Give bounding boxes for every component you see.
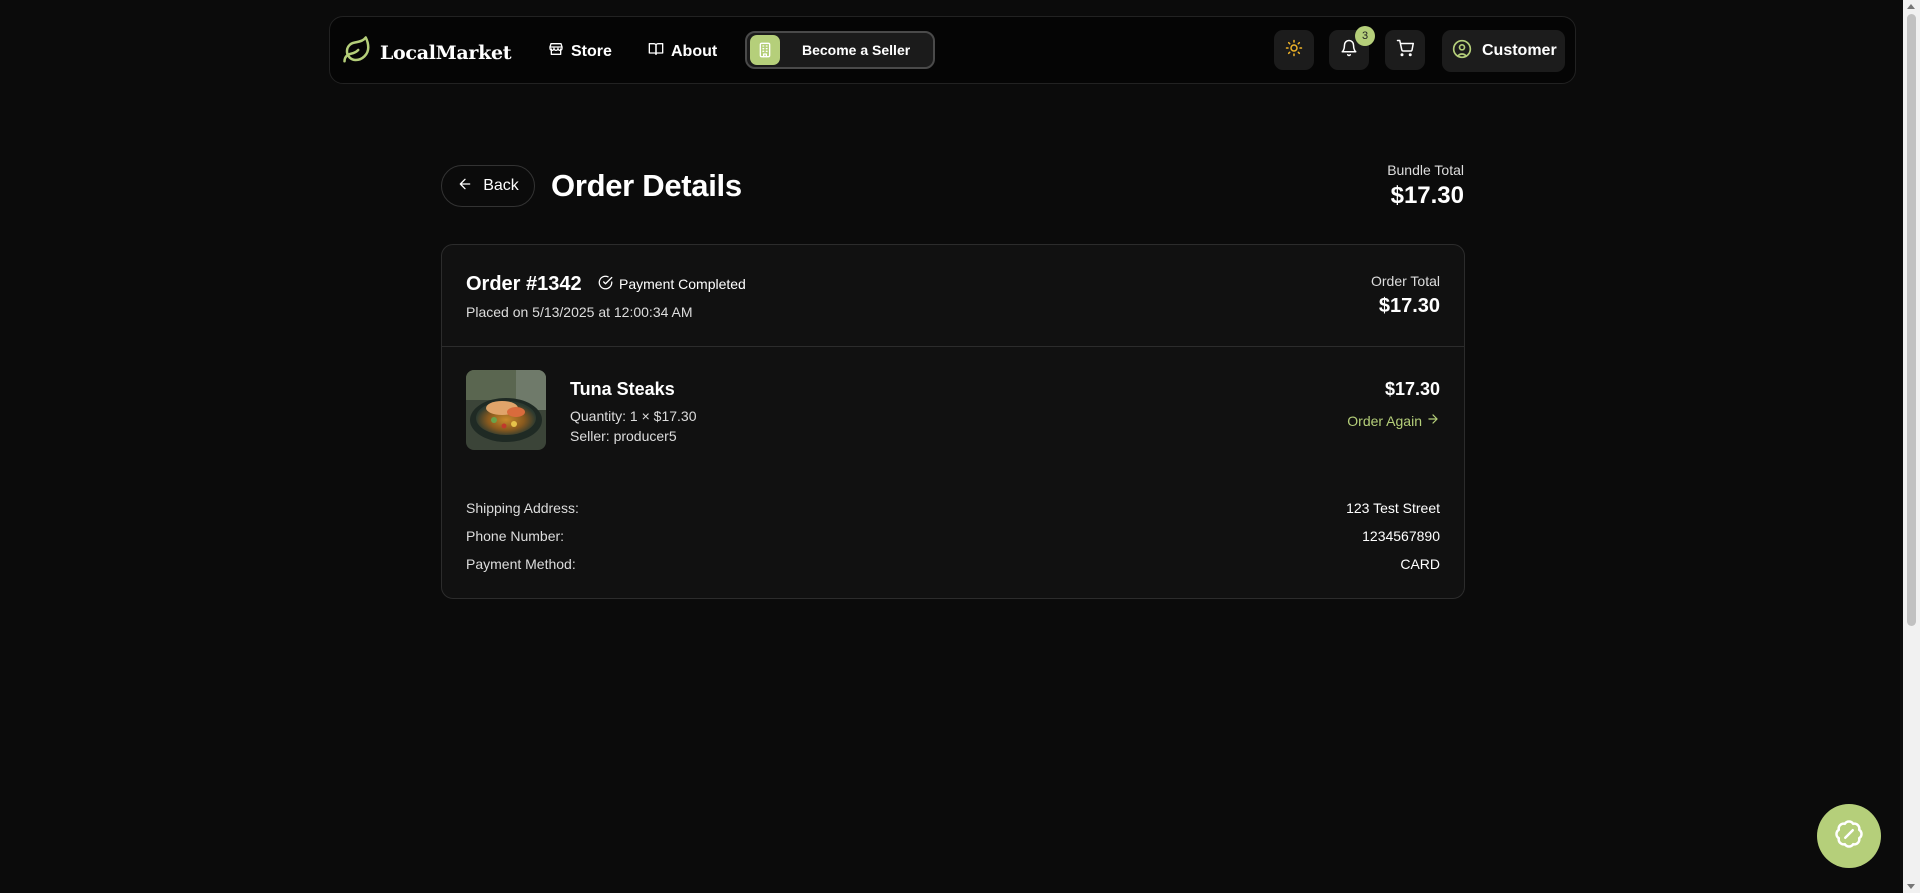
product-thumbnail[interactable] [466, 370, 546, 450]
customer-label: Customer [1482, 42, 1557, 59]
payment-method-label: Payment Method: [466, 556, 576, 572]
order-number: Order #1342 [466, 273, 582, 295]
payment-method-value: CARD [1400, 556, 1440, 572]
arrow-right-icon [1426, 412, 1440, 429]
order-again-link[interactable]: Order Again [1347, 412, 1440, 429]
order-card-header: Order #1342 Payment Completed Placed on … [442, 245, 1464, 347]
scrollbar-thumb[interactable] [1907, 14, 1916, 626]
product-name[interactable]: Tuna Steaks [570, 379, 675, 400]
floating-action-button[interactable] [1817, 804, 1881, 868]
top-navbar: LocalMarket Store About Become a Seller [329, 16, 1576, 84]
bell-icon [1340, 39, 1358, 62]
user-icon [1452, 39, 1472, 64]
badge-icon [1834, 819, 1864, 854]
product-quantity: Quantity: 1 × $17.30 [570, 408, 697, 424]
page-title: Order Details [551, 168, 742, 203]
phone-number-label: Phone Number: [466, 528, 565, 544]
product-price: $17.30 [1384, 379, 1440, 399]
leaf-icon [342, 35, 372, 70]
notifications-button[interactable]: 3 [1329, 26, 1375, 70]
back-label: Back [483, 177, 519, 194]
payment-status-badge: Payment Completed [598, 275, 746, 293]
bundle-total-label: Bundle Total [1387, 162, 1464, 178]
scroll-down-arrow[interactable] [1907, 884, 1915, 889]
notification-count-badge: 3 [1355, 26, 1375, 46]
shipping-address-label: Shipping Address: [466, 500, 579, 516]
store-icon [548, 41, 564, 62]
phone-number-value: 1234567890 [1362, 528, 1440, 544]
back-button[interactable]: Back [441, 165, 535, 207]
book-icon [648, 41, 664, 62]
page-scrollbar[interactable] [1903, 0, 1920, 893]
order-total: Order Total $17.30 [1371, 273, 1440, 318]
nav-about-link[interactable]: About [648, 41, 717, 62]
building-icon [750, 35, 780, 65]
bundle-total: Bundle Total $17.30 [1387, 162, 1464, 210]
sun-icon [1285, 39, 1303, 62]
nav-about-label: About [671, 42, 718, 60]
shipping-address-value: 123 Test Street [1346, 500, 1440, 516]
brand-name: LocalMarket [380, 41, 512, 64]
bundle-total-value: $17.30 [1390, 182, 1464, 209]
order-total-label: Order Total [1371, 273, 1440, 289]
nav-store-label: Store [571, 42, 612, 60]
cart-button[interactable] [1385, 30, 1425, 70]
scroll-up-arrow[interactable] [1907, 4, 1915, 9]
arrow-left-icon [457, 176, 473, 197]
check-circle-icon [598, 275, 613, 293]
product-seller: Seller: producer5 [570, 428, 677, 444]
order-again-label: Order Again [1347, 412, 1422, 429]
theme-toggle-button[interactable] [1274, 30, 1314, 70]
become-seller-button[interactable]: Become a Seller [745, 31, 935, 69]
order-placed-date: Placed on 5/13/2025 at 12:00:34 AM [466, 304, 693, 320]
become-seller-label: Become a Seller [802, 42, 911, 58]
order-card: Order #1342 Payment Completed Placed on … [441, 244, 1465, 599]
customer-menu-button[interactable]: Customer [1442, 30, 1565, 72]
order-total-value: $17.30 [1378, 295, 1440, 317]
cart-icon [1396, 39, 1414, 62]
brand-logo[interactable]: LocalMarket [342, 35, 512, 70]
payment-status-label: Payment Completed [619, 276, 746, 292]
nav-store-link[interactable]: Store [548, 41, 612, 62]
